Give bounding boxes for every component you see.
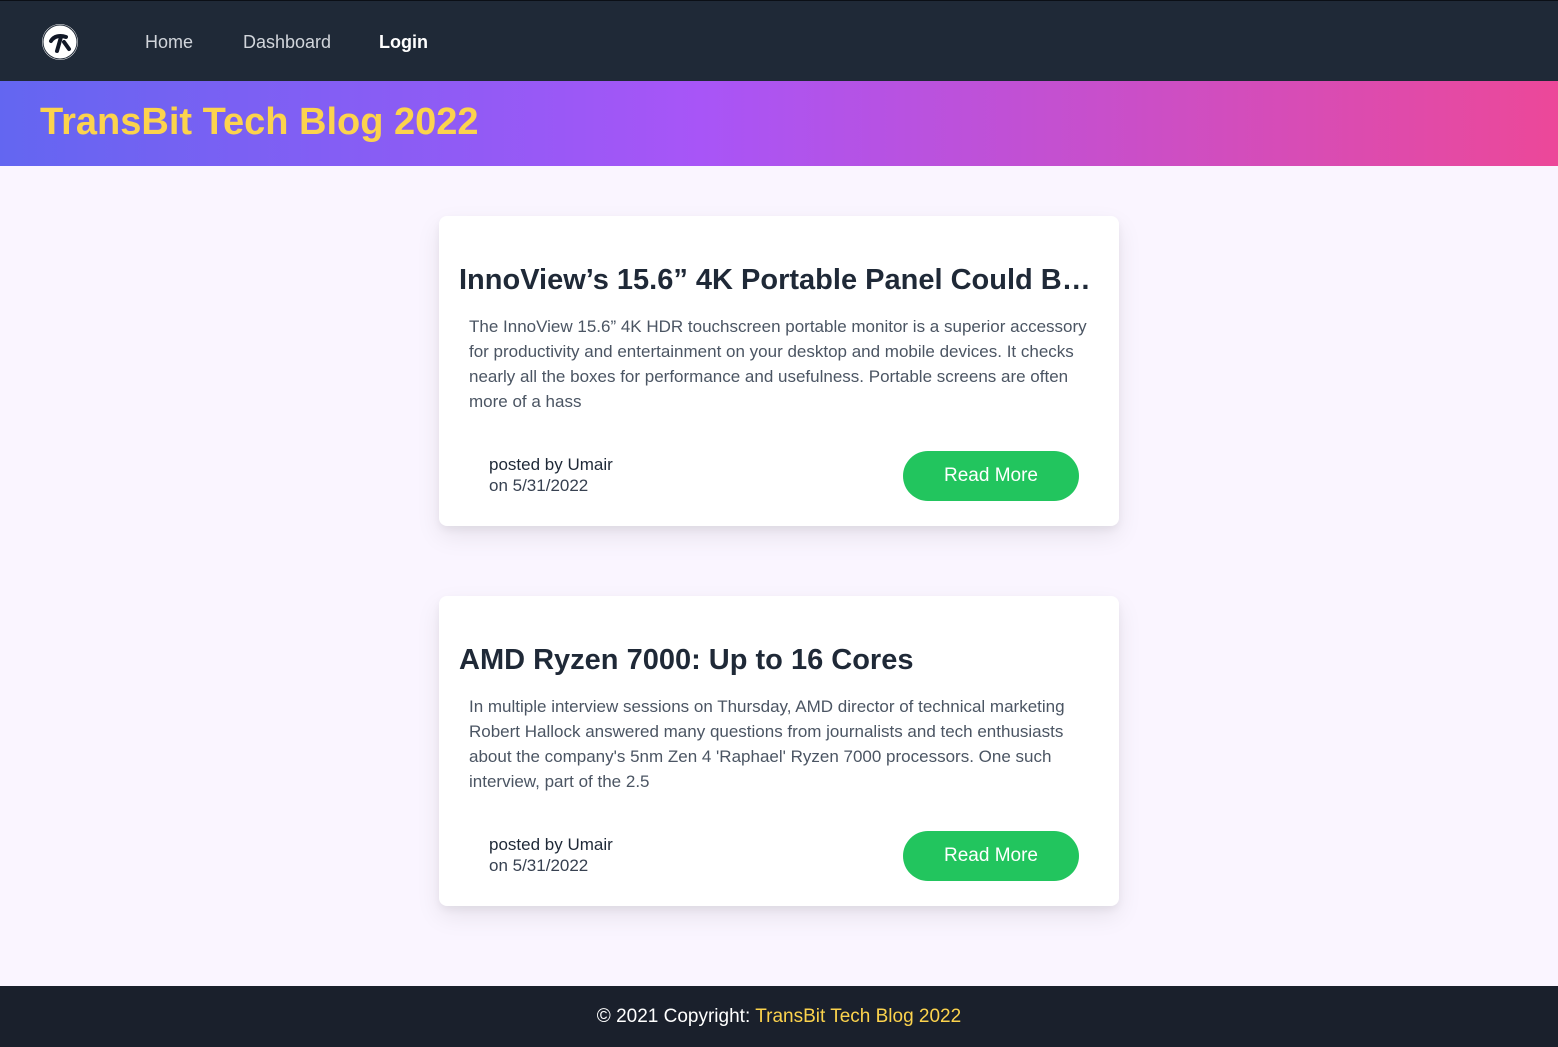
post-card: AMD Ryzen 7000: Up to 16 Cores In multip… xyxy=(439,596,1119,906)
post-meta: posted by Umair on 5/31/2022 xyxy=(489,454,613,496)
post-author: posted by Umair xyxy=(489,835,613,854)
post-author: posted by Umair xyxy=(489,455,613,474)
post-title[interactable]: AMD Ryzen 7000: Up to 16 Cores xyxy=(459,644,1104,677)
post-excerpt: In multiple interview sessions on Thursd… xyxy=(469,697,1065,791)
post-meta: posted by Umair on 5/31/2022 xyxy=(489,834,613,876)
post-excerpt: The InnoView 15.6” 4K HDR touchscreen po… xyxy=(469,317,1087,411)
post-date: on 5/31/2022 xyxy=(489,856,589,875)
top-navbar: Home Dashboard Login xyxy=(0,0,1558,81)
footer-copyright: © 2021 Copyright: xyxy=(596,1005,751,1027)
read-more-button[interactable]: Read More xyxy=(903,451,1079,501)
post-date: on 5/31/2022 xyxy=(489,476,589,495)
post-card: InnoView’s 15.6” 4K Portable Panel Could… xyxy=(439,216,1119,526)
nav-link-home[interactable]: Home xyxy=(145,32,193,53)
transbit-logo-icon[interactable] xyxy=(42,24,78,60)
read-more-button[interactable]: Read More xyxy=(903,831,1079,881)
nav-link-dashboard[interactable]: Dashboard xyxy=(243,32,331,53)
post-title[interactable]: InnoView’s 15.6” 4K Portable Panel Could… xyxy=(459,264,1104,297)
nav-link-login[interactable]: Login xyxy=(379,32,428,53)
page-footer: © 2021 Copyright: TransBit Tech Blog 202… xyxy=(0,986,1558,1047)
hero-banner: TransBit Tech Blog 2022 xyxy=(0,81,1558,166)
footer-brand-link[interactable]: TransBit Tech Blog 2022 xyxy=(755,1006,961,1028)
page-title: TransBit Tech Blog 2022 xyxy=(40,101,479,143)
